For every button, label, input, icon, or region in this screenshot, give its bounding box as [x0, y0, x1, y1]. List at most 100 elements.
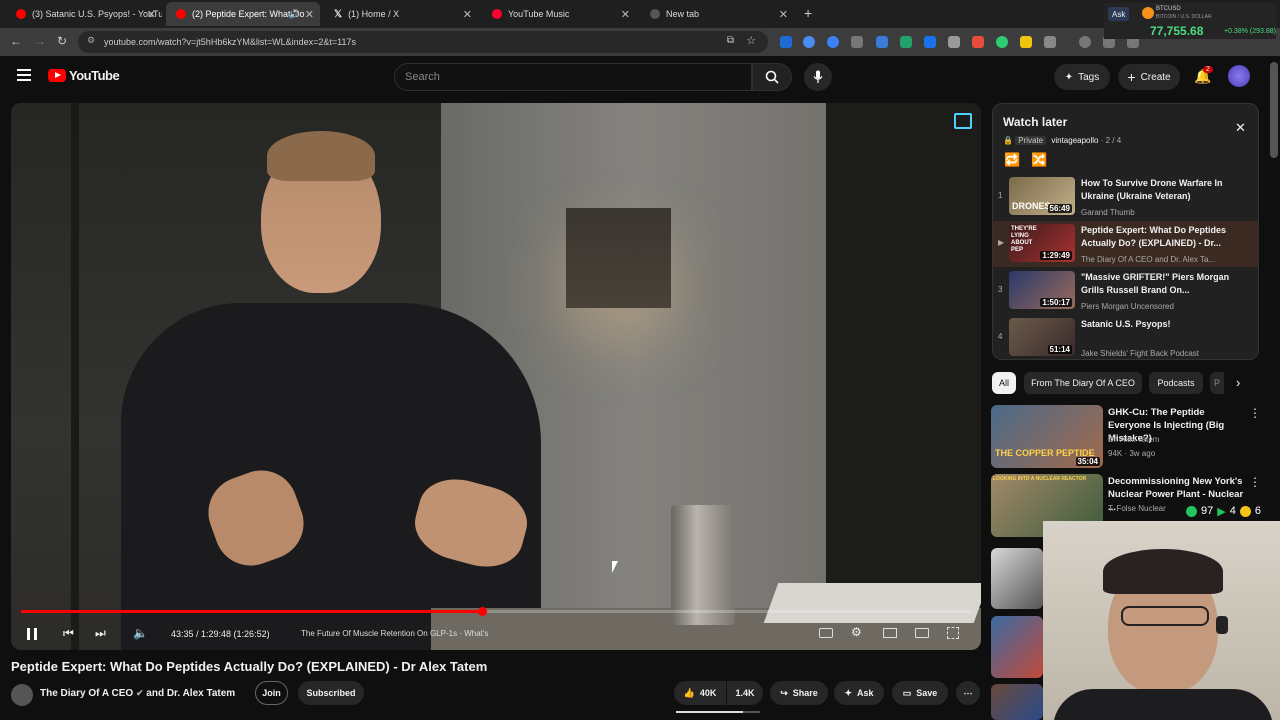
join-button[interactable]: Join [255, 681, 288, 705]
playlist-owner[interactable]: vintageapollo [1051, 136, 1098, 145]
playlist-item[interactable]: 1 DRONES 56:49 How To Survive Drone Warf… [993, 174, 1258, 220]
search-button[interactable] [752, 63, 792, 91]
more-options-icon[interactable]: ⋮ [1249, 475, 1261, 489]
site-info-icon[interactable]: ⚙ [87, 35, 95, 46]
cast-icon[interactable] [915, 628, 929, 638]
chapter-title[interactable]: The Future Of Muscle Retention On GLP-1s… [301, 629, 488, 638]
install-icon[interactable]: ⧉ [727, 35, 734, 46]
youtube-play-logo-icon [48, 69, 66, 82]
create-button[interactable]: + Create [1118, 64, 1180, 90]
progress-bar[interactable] [21, 607, 971, 616]
next-icon[interactable]: ⏭ [95, 626, 106, 641]
close-icon[interactable]: ✕ [1235, 120, 1246, 136]
subscribed-button[interactable]: Subscribed [298, 681, 364, 705]
recommendation-thumbnail[interactable] [991, 548, 1043, 609]
browser-tab[interactable]: 𝕏 (1) Home / X ✕ [324, 2, 478, 26]
share-label: Share [792, 688, 818, 698]
extension-icon[interactable] [948, 36, 960, 48]
playlist-item-current[interactable]: ▶ THEY'RE LYING ABOUT PEP 1:29:49 Peptid… [993, 221, 1258, 267]
progress-scrubber[interactable] [477, 607, 487, 616]
more-actions-button[interactable]: ⋯ [956, 681, 980, 705]
pause-icon[interactable] [27, 628, 37, 640]
close-tab-icon[interactable]: ✕ [305, 8, 314, 21]
extension-icon[interactable] [803, 36, 815, 48]
browser-tab-active[interactable]: (2) Peptide Expert: What Do 🔊 ✕ [166, 2, 320, 26]
bookmark-star-icon[interactable]: ☆ [746, 34, 756, 47]
ask-sparkle-icon: ✦ [844, 687, 853, 698]
speaker-icon[interactable]: 🔊 [289, 9, 300, 20]
more-options-icon[interactable]: ⋮ [1249, 406, 1261, 420]
ask-button[interactable]: ✦ Ask [834, 681, 884, 705]
close-tab-icon[interactable]: ✕ [621, 8, 630, 21]
extension-icon[interactable] [972, 36, 984, 48]
fullscreen-icon[interactable] [954, 113, 972, 129]
dislike-button[interactable]: 1.4K [727, 681, 763, 705]
chevron-right-icon[interactable]: › [1236, 375, 1240, 390]
tab-title: (2) Peptide Expert: What Do [192, 9, 305, 19]
recommendation-channel: T. Folse Nuclear [1108, 504, 1166, 513]
reload-icon[interactable]: ↻ [57, 34, 67, 48]
url-bar[interactable]: ⚙ youtube.com/watch?v=jt5hHb6kzYM&list=W… [78, 31, 768, 53]
extension-icon[interactable] [900, 36, 912, 48]
previous-icon[interactable]: ⏮ [63, 626, 74, 641]
save-button[interactable]: ▭ Save [892, 681, 948, 705]
recommendation-thumbnail[interactable] [991, 616, 1043, 678]
tab-title: YouTube Music [508, 9, 570, 19]
browser-tab[interactable]: (3) Satanic U.S. Psyops! - YouTu ✕ [6, 2, 162, 26]
extension-icon[interactable] [924, 36, 936, 48]
tags-button[interactable]: ✦ Tags [1054, 64, 1110, 90]
settings-gear-icon[interactable]: ⚙ [851, 625, 862, 639]
playlist-item[interactable]: 4 51:14 Satanic U.S. Psyops! Jake Shield… [993, 315, 1258, 359]
extension-icon[interactable] [876, 36, 888, 48]
extension-icon[interactable] [1020, 36, 1032, 48]
ticker-subtitle: BITCOIN / U.S. DOLLAR [1156, 14, 1212, 20]
playlist-position: · 2 / 4 [1100, 136, 1122, 145]
loop-icon[interactable]: 🔁 [1004, 152, 1020, 168]
page-scrollbar[interactable] [1270, 62, 1278, 158]
tab-title: (1) Home / X [348, 9, 400, 19]
filter-chip-podcasts[interactable]: Podcasts [1149, 372, 1203, 394]
filter-chip-more[interactable]: P [1210, 372, 1224, 394]
extension-icon[interactable] [851, 36, 863, 48]
share-button[interactable]: ↪ Share [770, 681, 828, 705]
search-input[interactable]: Search [394, 63, 752, 91]
avatar[interactable] [1228, 65, 1250, 87]
green-x-icon [1186, 505, 1197, 517]
youtube-logo[interactable]: YouTube [48, 68, 120, 83]
browser-tab[interactable]: YouTube Music ✕ [482, 2, 636, 26]
like-button[interactable]: 👍 40K [674, 681, 726, 705]
voice-search-button[interactable] [804, 63, 832, 91]
extension-icon[interactable] [827, 36, 839, 48]
chapter-suffix: · What's [459, 629, 489, 638]
video-player[interactable]: ⏮ ⏭ 🔈 43:35 / 1:29:48 (1:26:52) The Futu… [11, 103, 981, 650]
extension-icon[interactable] [780, 36, 792, 48]
channel-name-line[interactable]: The Diary Of A CEO ✔ and Dr. Alex Tatem [40, 688, 235, 699]
new-tab-plus-icon[interactable]: + [804, 5, 812, 21]
recommendation-item[interactable]: THE COPPER PEPTIDE 35:04 GHK-Cu: The Pep… [991, 405, 1271, 469]
forward-arrow-icon[interactable]: → [34, 34, 46, 48]
close-tab-icon[interactable]: ✕ [779, 8, 788, 21]
recommendation-thumbnail[interactable] [991, 684, 1043, 720]
menu-hamburger-icon[interactable] [17, 69, 31, 81]
playlist-item-channel: Piers Morgan Uncensored [1081, 302, 1174, 311]
close-tab-icon[interactable]: ✕ [147, 8, 156, 21]
btc-ticker-widget[interactable]: Ask BTCUSD BITCOIN / U.S. DOLLAR 77,755.… [1104, 3, 1276, 39]
fullscreen-toggle-icon[interactable] [947, 627, 959, 639]
shuffle-icon[interactable]: 🔀 [1031, 152, 1047, 168]
ask-chip[interactable]: Ask [1108, 7, 1130, 21]
volume-icon[interactable]: 🔈 [133, 626, 148, 640]
playlist-item[interactable]: 3 1:50:17 "Massive GRIFTER!" Piers Morga… [993, 268, 1258, 314]
miniplayer-icon[interactable] [883, 628, 897, 638]
verified-check-icon: ✔ [135, 688, 144, 698]
channel-avatar[interactable] [11, 684, 33, 706]
back-arrow-icon[interactable]: ← [10, 34, 22, 48]
duration-badge: 56:49 [1047, 204, 1072, 213]
filter-chip-channel[interactable]: From The Diary Of A CEO [1024, 372, 1142, 394]
captions-icon[interactable] [819, 628, 833, 638]
browser-tab[interactable]: New tab ✕ [640, 2, 794, 26]
close-tab-icon[interactable]: ✕ [463, 8, 472, 21]
extension-icon[interactable] [996, 36, 1008, 48]
puzzle-extensions-icon[interactable] [1044, 36, 1056, 48]
history-icon[interactable] [1079, 36, 1091, 48]
filter-chip-all[interactable]: All [992, 372, 1016, 394]
